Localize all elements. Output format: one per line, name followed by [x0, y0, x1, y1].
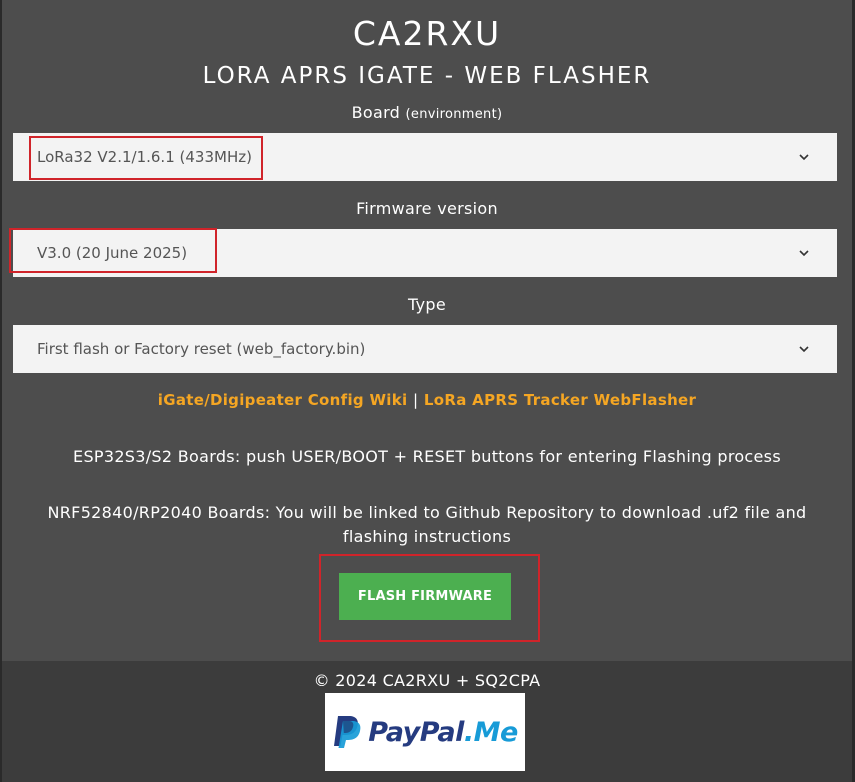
board-label-note: (environment)	[405, 107, 503, 122]
board-label-text: Board	[351, 103, 401, 122]
firmware-label: Firmware version	[356, 199, 498, 218]
links-row: iGate/Digipeater Config Wiki | LoRa APRS…	[2, 391, 852, 409]
page-subtitle: LORA APRS IGATE - WEB FLASHER	[202, 63, 652, 89]
link-separator: |	[413, 391, 419, 409]
paypal-text: PayPal	[368, 716, 464, 748]
paypal-logo-icon	[334, 716, 361, 748]
copyright-text: © 2024 CA2RXU + SQ2CPA	[313, 671, 541, 690]
board-highlight-box	[29, 136, 263, 180]
paypal-me-text: PayPal.Me	[368, 717, 518, 748]
paypal-me-suffix: .Me	[463, 716, 518, 748]
tracker-webflasher-link[interactable]: LoRa APRS Tracker WebFlasher	[424, 391, 696, 409]
firmware-highlight-box	[9, 228, 217, 273]
footer: © 2024 CA2RXU + SQ2CPA PayPal.Me	[2, 661, 852, 782]
esp-boards-note: ESP32S3/S2 Boards: push USER/BOOT + RESE…	[73, 447, 781, 466]
board-label: Board (environment)	[2, 103, 852, 122]
chevron-down-icon	[799, 250, 809, 257]
type-label: Type	[408, 295, 446, 314]
type-select[interactable]: First flash or Factory reset (web_factor…	[13, 325, 837, 373]
paypal-me-button[interactable]: PayPal.Me	[325, 693, 525, 771]
flasher-panel: CA2RXU LORA APRS IGATE - WEB FLASHER Boa…	[2, 0, 852, 661]
type-select-value: First flash or Factory reset (web_factor…	[37, 340, 366, 358]
flash-highlight-box	[319, 554, 540, 642]
config-wiki-link[interactable]: iGate/Digipeater Config Wiki	[158, 391, 408, 409]
page-title: CA2RXU	[352, 14, 502, 53]
chevron-down-icon	[799, 346, 809, 353]
chevron-down-icon	[799, 154, 809, 161]
nrf-boards-note: NRF52840/RP2040 Boards: You will be link…	[47, 503, 807, 546]
